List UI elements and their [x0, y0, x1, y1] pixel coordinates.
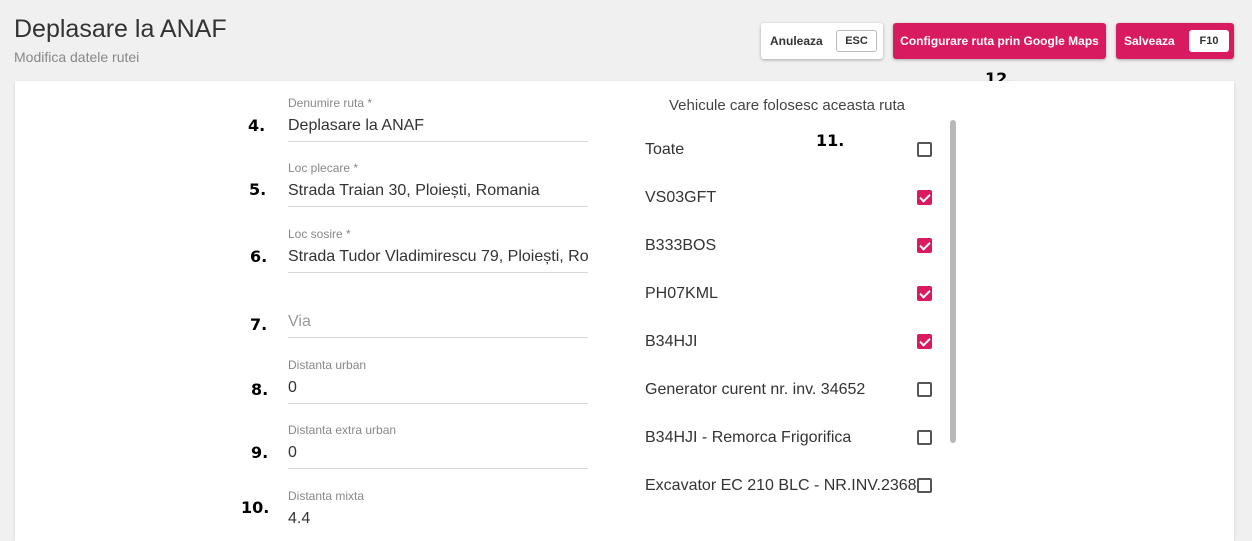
cancel-shortcut-key: ESC	[836, 30, 877, 52]
route-form-card	[15, 81, 1234, 541]
distance-mixed-field[interactable]: Distanta mixta 4.4	[288, 487, 588, 534]
vehicle-row[interactable]: Toate	[645, 138, 935, 162]
arrival-field[interactable]: Loc sosire * Strada Tudor Vladimirescu 7…	[288, 225, 588, 273]
annotation-6: 6.	[250, 247, 268, 266]
via-placeholder: Via	[288, 313, 311, 330]
cancel-button-label: Anuleaza	[770, 34, 823, 48]
vehicle-row[interactable]: PH07KML	[645, 282, 935, 306]
route-name-value: Deplasare la ANAF	[288, 117, 425, 134]
route-name-label: Denumire ruta *	[288, 96, 373, 110]
vehicle-checkbox-checked[interactable]	[917, 238, 932, 253]
departure-field[interactable]: Loc plecare * Strada Traian 30, Ploiești…	[288, 159, 588, 207]
vehicles-heading: Vehicule care folosesc aceasta ruta	[669, 97, 905, 114]
annotation-9: 9.	[251, 443, 269, 462]
vehicle-label: VS03GFT	[645, 189, 717, 206]
vehicle-row[interactable]: B333BOS	[645, 234, 935, 258]
vehicle-row[interactable]: B34HJI	[645, 330, 935, 354]
page-subtitle: Modifica datele rutei	[14, 49, 140, 65]
vehicle-label: Excavator EC 210 BLC - NR.INV.2368	[645, 477, 917, 494]
vehicle-label: B333BOS	[645, 237, 717, 254]
vehicle-label: B34HJI - Remorca Frigorifica	[645, 429, 852, 446]
vehicle-checkbox[interactable]	[917, 382, 932, 397]
vehicle-checkbox[interactable]	[917, 430, 932, 445]
distance-mixed-label: Distanta mixta	[288, 489, 365, 503]
annotation-4: 4.	[248, 116, 266, 135]
distance-urban-label: Distanta urban	[288, 358, 367, 372]
annotation-7: 7.	[250, 315, 268, 334]
page-title: Deplasare la ANAF	[14, 15, 227, 43]
save-shortcut-key: F10	[1189, 30, 1229, 52]
departure-value: Strada Traian 30, Ploiești, Romania	[288, 182, 540, 199]
vehicle-checkbox-checked[interactable]	[917, 334, 932, 349]
arrival-label: Loc sosire *	[288, 227, 351, 241]
arrival-value: Strada Tudor Vladimirescu 79, Ploiești, …	[288, 248, 588, 265]
vehicle-checkbox-checked[interactable]	[917, 190, 932, 205]
cancel-button[interactable]: Anuleaza ESC	[761, 23, 883, 59]
vehicle-checkbox[interactable]	[917, 478, 932, 493]
save-button-label: Salveaza	[1124, 34, 1175, 48]
vehicle-checkbox-checked[interactable]	[917, 286, 932, 301]
annotation-8: 8.	[251, 380, 269, 399]
vehicle-checkbox[interactable]	[917, 142, 932, 157]
via-field[interactable]: Via	[288, 290, 588, 338]
google-maps-route-button[interactable]: Configurare ruta prin Google Maps	[893, 23, 1106, 59]
vehicle-label: PH07KML	[645, 285, 718, 302]
distance-extra-urban-value: 0	[288, 444, 297, 461]
annotation-5: 5.	[249, 180, 267, 199]
departure-label: Loc plecare *	[288, 161, 359, 175]
distance-mixed-value: 4.4	[288, 510, 311, 527]
vehicle-row[interactable]: Generator curent nr. inv. 34652	[645, 378, 935, 402]
route-name-field[interactable]: Denumire ruta * Deplasare la ANAF	[288, 94, 588, 142]
vehicle-label: B34HJI	[645, 333, 698, 350]
distance-urban-field[interactable]: Distanta urban 0	[288, 356, 588, 404]
vehicle-label: Generator curent nr. inv. 34652	[645, 381, 866, 398]
vehicles-scrollbar[interactable]	[950, 120, 956, 443]
distance-extra-urban-field[interactable]: Distanta extra urban 0	[288, 421, 588, 469]
vehicle-row[interactable]: VS03GFT	[645, 186, 935, 210]
annotation-10: 10.	[241, 498, 270, 517]
vehicle-row[interactable]: B34HJI - Remorca Frigorifica	[645, 426, 935, 450]
vehicle-label: Toate	[645, 141, 685, 158]
distance-urban-value: 0	[288, 379, 297, 396]
distance-extra-urban-label: Distanta extra urban	[288, 423, 397, 437]
save-button[interactable]: Salveaza F10	[1116, 23, 1234, 59]
vehicle-row[interactable]: Excavator EC 210 BLC - NR.INV.2368	[645, 474, 935, 498]
google-maps-route-button-label: Configurare ruta prin Google Maps	[900, 34, 1099, 48]
